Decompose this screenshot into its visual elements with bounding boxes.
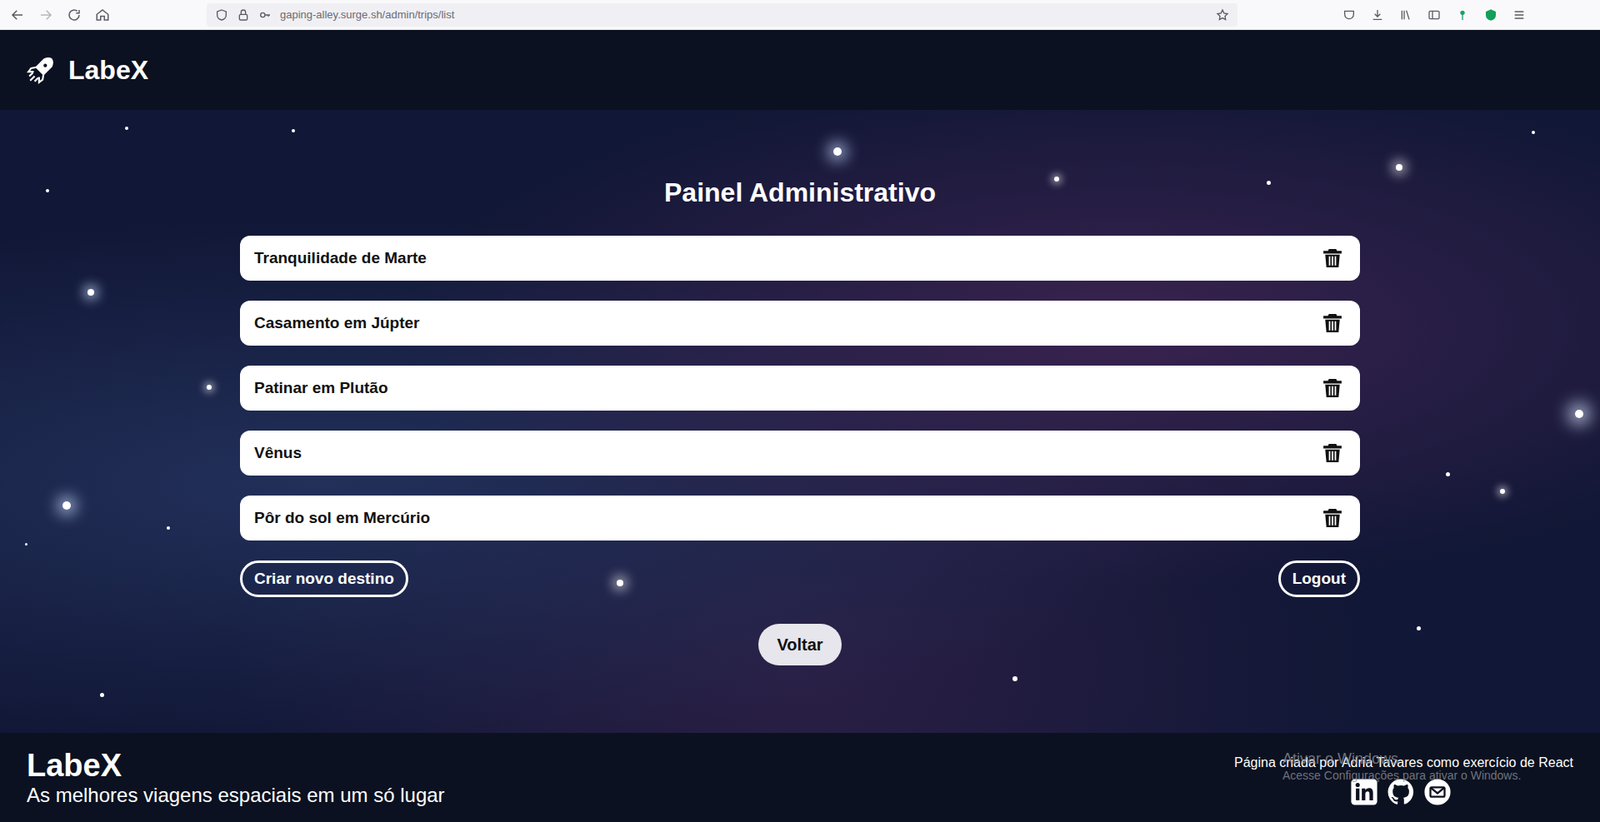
reload-icon[interactable] — [66, 7, 82, 23]
url-bar[interactable]: gaping-alley.surge.sh/admin/trips/list — [206, 3, 1238, 27]
trip-list: Tranquilidade de Marte Casamento em Júpte… — [240, 235, 1360, 541]
extension-icon[interactable] — [1455, 8, 1470, 22]
browser-toolbar: gaping-alley.surge.sh/admin/trips/list — [0, 0, 1600, 30]
watermark-title: Ativar o Windows — [1282, 750, 1521, 769]
menu-icon[interactable] — [1512, 8, 1526, 22]
download-icon[interactable] — [1370, 8, 1385, 22]
brand[interactable]: LabeX — [68, 56, 149, 84]
trash-icon[interactable] — [1323, 508, 1342, 529]
library-icon[interactable] — [1399, 8, 1413, 22]
windows-activation-watermark: Ativar o Windows Acesse Configurações pa… — [1282, 750, 1521, 784]
back-button[interactable]: Voltar — [758, 624, 841, 666]
trip-item[interactable]: Tranquilidade de Marte — [240, 235, 1360, 281]
admin-panel: Painel Administrativo Tranquilidade de M… — [0, 110, 1600, 734]
logout-button[interactable]: Logout — [1278, 560, 1360, 598]
shield-icon[interactable] — [215, 8, 229, 22]
trip-name[interactable]: Vênus — [254, 441, 302, 466]
sidebar-icon[interactable] — [1427, 8, 1441, 22]
footer-credit: Página criada por Adria Tavares como exe… — [1234, 755, 1574, 772]
trip-item[interactable]: Pôr do sol em Mercúrio — [240, 495, 1360, 541]
trip-item[interactable]: Casamento em Júpter — [240, 300, 1360, 346]
url-text[interactable]: gaping-alley.surge.sh/admin/trips/list — [280, 6, 455, 24]
trash-icon[interactable] — [1323, 313, 1342, 334]
trip-item[interactable]: Vênus — [240, 430, 1360, 476]
create-trip-button[interactable]: Criar novo destino — [240, 560, 409, 598]
lock-icon[interactable] — [236, 8, 250, 22]
forward-icon[interactable] — [38, 7, 54, 23]
email-icon[interactable] — [1423, 778, 1452, 807]
linkedin-icon[interactable] — [1350, 778, 1379, 807]
trip-name[interactable]: Casamento em Júpter — [254, 311, 420, 336]
trip-name[interactable]: Pôr do sol em Mercúrio — [254, 506, 430, 531]
footer-brand: LabeX — [26, 748, 445, 784]
key-icon[interactable] — [258, 8, 272, 22]
home-icon[interactable] — [95, 7, 110, 23]
site-footer: LabeX As melhores viagens espaciais em u… — [0, 733, 1600, 822]
vpn-icon[interactable] — [1484, 8, 1498, 22]
trip-item[interactable]: Patinar em Plutão — [240, 365, 1360, 411]
page-title: Painel Administrativo — [240, 175, 1360, 210]
trash-icon[interactable] — [1323, 378, 1342, 399]
github-icon[interactable] — [1386, 778, 1415, 807]
pocket-icon[interactable] — [1342, 8, 1356, 22]
trip-name[interactable]: Patinar em Plutão — [254, 376, 389, 401]
rocket-icon[interactable] — [26, 55, 55, 85]
trip-name[interactable]: Tranquilidade de Marte — [254, 246, 427, 271]
site-header: LabeX — [0, 30, 1600, 110]
bookmark-star-icon[interactable] — [1215, 8, 1230, 22]
trash-icon[interactable] — [1323, 443, 1342, 464]
back-icon[interactable] — [10, 7, 25, 23]
watermark-subtitle: Acesse Configurações para ativar o Windo… — [1282, 768, 1521, 784]
trash-icon[interactable] — [1323, 248, 1342, 269]
footer-tagline: As melhores viagens espaciais em um só l… — [26, 783, 445, 809]
